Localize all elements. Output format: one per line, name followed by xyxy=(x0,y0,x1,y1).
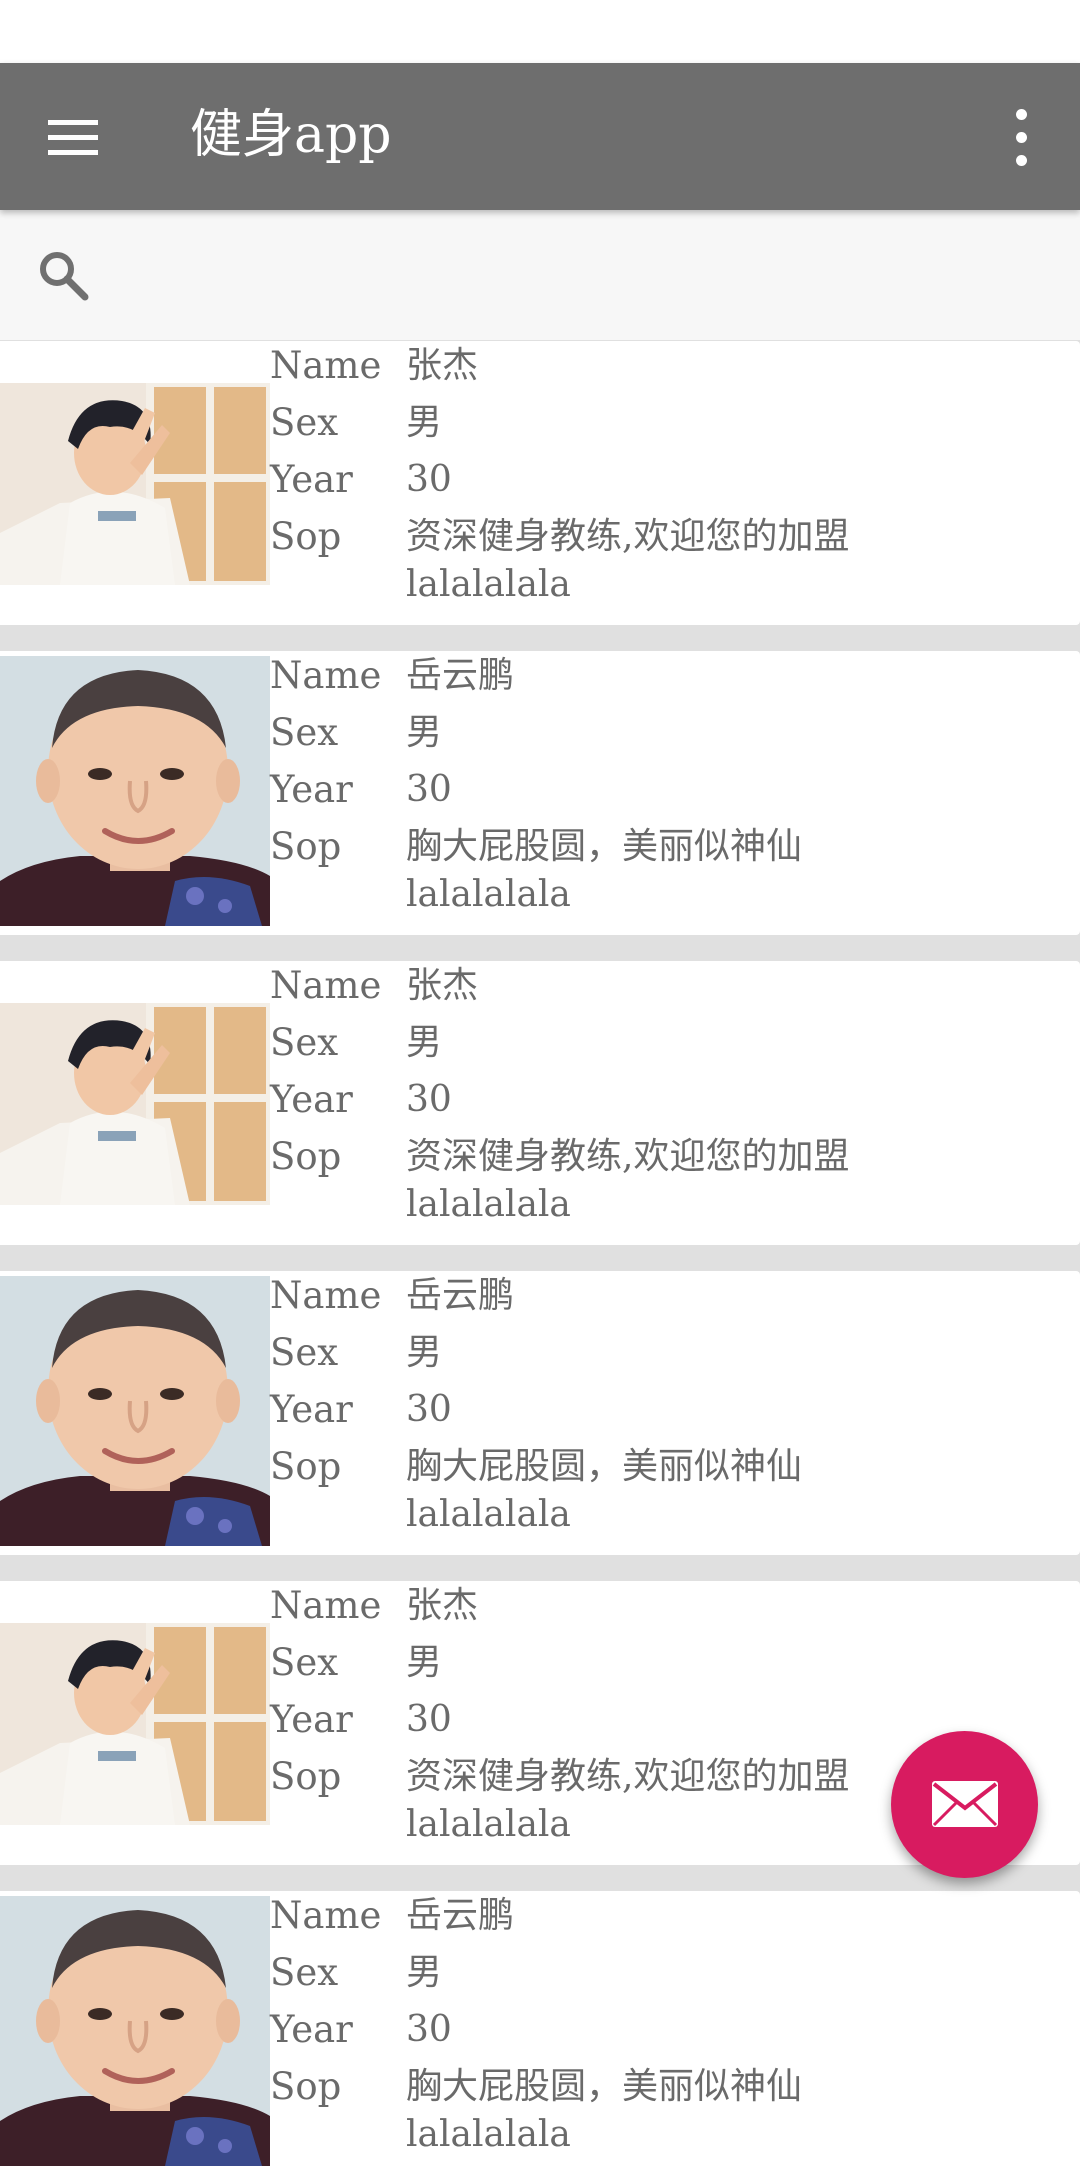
sop-value-line2: lalalalala xyxy=(406,2114,571,2155)
sex-value: 男 xyxy=(406,1642,443,1683)
app-title: 健身app xyxy=(190,105,392,165)
avatar xyxy=(0,1623,270,1825)
avatar xyxy=(0,656,270,926)
year-value: 30 xyxy=(406,769,452,810)
avatar xyxy=(0,1276,270,1546)
sop-value-line2: lalalalala xyxy=(406,1804,571,1845)
name-label: Name xyxy=(270,964,382,1007)
name-value: 张杰 xyxy=(406,345,479,386)
sex-value: 男 xyxy=(406,1022,443,1063)
year-value: 30 xyxy=(406,1389,452,1430)
search-bar[interactable] xyxy=(0,210,1080,340)
sop-label: Sop xyxy=(270,1135,342,1178)
name-value: 岳云鹏 xyxy=(406,1275,515,1316)
name-label: Name xyxy=(270,1584,382,1627)
name-label: Name xyxy=(270,1274,382,1317)
name-value: 岳云鹏 xyxy=(406,655,515,696)
mail-fab-button[interactable] xyxy=(891,1731,1038,1878)
year-value: 30 xyxy=(406,2009,452,2050)
sop-value-line2: lalalalala xyxy=(406,564,571,605)
name-label: Name xyxy=(270,654,382,697)
list-item[interactable]: Name 张杰 Sex 男 Year 30 Sop 资深健身教练,欢迎您的加盟 lalalala… xyxy=(0,961,1080,1245)
year-value: 30 xyxy=(406,1699,452,1740)
avatar xyxy=(0,383,270,585)
status-bar xyxy=(0,0,1080,63)
year-label: Year xyxy=(270,1388,353,1431)
sex-value: 男 xyxy=(406,402,443,443)
avatar xyxy=(0,1003,270,1205)
sex-label: Sex xyxy=(270,401,339,444)
sop-value-line2: lalalalala xyxy=(406,874,571,915)
sop-label: Sop xyxy=(270,1445,342,1488)
sex-label: Sex xyxy=(270,1641,339,1684)
year-label: Year xyxy=(270,458,353,501)
sop-value-line2: lalalalala xyxy=(406,1494,571,1535)
app-toolbar: 健身app xyxy=(0,63,1080,210)
sop-value: 资深健身教练,欢迎您的加盟 xyxy=(406,1136,850,1177)
hamburger-menu-icon[interactable] xyxy=(40,111,106,165)
year-value: 30 xyxy=(406,1079,452,1120)
coach-list[interactable]: Name 张杰 Sex 男 Year 30 Sop 资深健身教练,欢迎您的加盟 lalalala… xyxy=(0,340,1080,2175)
sex-label: Sex xyxy=(270,1331,339,1374)
sop-label: Sop xyxy=(270,2065,342,2108)
name-label: Name xyxy=(270,344,382,387)
search-icon[interactable] xyxy=(36,248,92,304)
name-value: 张杰 xyxy=(406,965,479,1006)
sop-label: Sop xyxy=(270,825,342,868)
year-label: Year xyxy=(270,1698,353,1741)
list-item[interactable]: Name 岳云鹏 Sex 男 Year 30 Sop 胸大屁股圆，美丽似神仙 lalalalal… xyxy=(0,1271,1080,1555)
year-label: Year xyxy=(270,768,353,811)
sop-value: 胸大屁股圆，美丽似神仙 xyxy=(406,2066,803,2107)
sop-value: 胸大屁股圆，美丽似神仙 xyxy=(406,826,803,867)
year-value: 30 xyxy=(406,459,452,500)
year-label: Year xyxy=(270,2008,353,2051)
sop-value: 资深健身教练,欢迎您的加盟 xyxy=(406,1756,850,1797)
sop-value: 资深健身教练,欢迎您的加盟 xyxy=(406,516,850,557)
list-item[interactable]: Name 岳云鹏 Sex 男 Year 30 Sop 胸大屁股圆，美丽似神仙 lalalalal… xyxy=(0,651,1080,935)
list-item[interactable]: Name 张杰 Sex 男 Year 30 Sop 资深健身教练,欢迎您的加盟 lalalala… xyxy=(0,341,1080,625)
sop-value-line2: lalalalala xyxy=(406,1184,571,1225)
sop-label: Sop xyxy=(270,515,342,558)
sex-value: 男 xyxy=(406,712,443,753)
list-item[interactable]: Name 岳云鹏 Sex 男 Year 30 Sop 胸大屁股圆，美丽似神仙 lalalalal… xyxy=(0,1891,1080,2175)
sex-label: Sex xyxy=(270,1951,339,1994)
sop-label: Sop xyxy=(270,1755,342,1798)
sop-value: 胸大屁股圆，美丽似神仙 xyxy=(406,1446,803,1487)
sex-value: 男 xyxy=(406,1952,443,1993)
sex-label: Sex xyxy=(270,711,339,754)
mail-icon xyxy=(932,1781,998,1827)
name-value: 岳云鹏 xyxy=(406,1895,515,1936)
more-vert-icon[interactable] xyxy=(1000,103,1044,173)
avatar xyxy=(0,1896,270,2166)
sex-value: 男 xyxy=(406,1332,443,1373)
name-value: 张杰 xyxy=(406,1585,479,1626)
sex-label: Sex xyxy=(270,1021,339,1064)
year-label: Year xyxy=(270,1078,353,1121)
name-label: Name xyxy=(270,1894,382,1937)
